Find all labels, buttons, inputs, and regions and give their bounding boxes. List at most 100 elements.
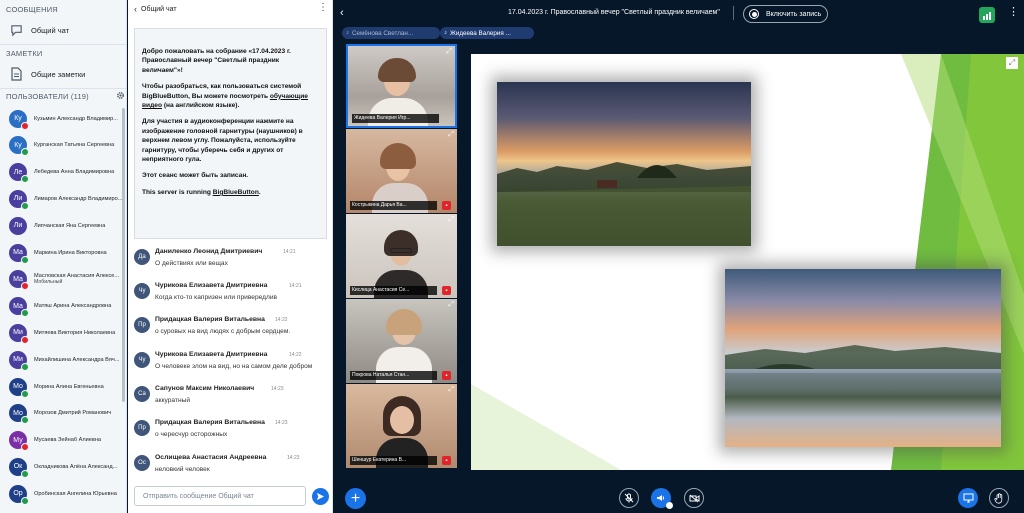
- welcome-message: Добро пожаловать на собрание «17.04.2023…: [134, 28, 327, 239]
- raise-hand-icon[interactable]: [989, 488, 1009, 508]
- user-avatar: Ок: [9, 457, 29, 478]
- welcome-server-end: .: [258, 188, 261, 196]
- chevron-left-icon[interactable]: ‹: [134, 4, 137, 14]
- muted-icon: ▪: [442, 456, 451, 465]
- kebab-icon[interactable]: ⋮: [1008, 5, 1019, 18]
- chat-message: Пр Придацкая Валерия Витальевна 14:23 о чер…: [134, 418, 330, 448]
- user-list-item[interactable]: Ми Михайлишина Александра Вяч...: [0, 346, 126, 373]
- message-time: 14:22: [289, 352, 302, 358]
- public-chat-item[interactable]: Общий чат: [0, 19, 126, 41]
- user-list-item[interactable]: Ку Кузьмин Александр Владимир...: [0, 105, 126, 132]
- plus-icon[interactable]: +: [345, 488, 366, 509]
- fullscreen-icon[interactable]: ⤢: [1006, 57, 1018, 69]
- video-tile[interactable]: Кислица Анастасия Се... ▪ ⤢: [346, 214, 457, 298]
- user-name: Окладникова Алёна Александ...: [34, 463, 118, 470]
- user-list-item[interactable]: Ку Курганская Татьяна Сергеевна: [0, 132, 126, 159]
- video-participant-name: Шеншур Екатерина В...: [350, 456, 437, 465]
- meeting-title: 17.04.2023 г. Православный вечер "Светлы…: [508, 9, 720, 16]
- chat-header: ‹ Общий чат ⋮: [128, 0, 332, 18]
- chat-input-placeholder: Отправить сообщение Общий чат: [143, 492, 254, 500]
- microphone-muted-icon[interactable]: [619, 488, 639, 508]
- user-list-item[interactable]: Ми Митяева Виктория Николаевна: [0, 319, 126, 346]
- user-list-item[interactable]: Мо Морина Алина Евгеньевна: [0, 373, 126, 400]
- user-list-item[interactable]: Мо Морозов Дмитрий Романович: [0, 400, 126, 427]
- user-list-item[interactable]: Ор Оробинская Ангелина Юрьевна: [0, 480, 126, 507]
- user-name: Митяева Виктория Николаевна: [34, 329, 116, 336]
- user-name: Матяш Арина Александровна: [34, 303, 112, 310]
- message-avatar: Ос: [134, 455, 150, 471]
- user-list-item[interactable]: Ли Липчанская Яна Сергеевна: [0, 212, 126, 239]
- welcome-tutorial-text-end: (на английском языке).: [162, 102, 240, 110]
- welcome-prefix: Добро пожаловать на собрание «: [142, 48, 253, 55]
- welcome-recording-text: Этот сеанс может быть записан.: [142, 172, 249, 180]
- send-button[interactable]: [312, 488, 329, 505]
- kebab-icon[interactable]: ⋮: [318, 3, 328, 13]
- microphone-icon: ♪: [346, 30, 349, 36]
- user-status-icon: [21, 121, 29, 130]
- send-icon: [316, 492, 325, 501]
- video-tile[interactable]: Жидеева Валерия Игр... ⤢: [346, 44, 457, 128]
- bigbluebutton-link[interactable]: BigBlueButton: [213, 189, 259, 196]
- message-time: 14:21: [289, 283, 302, 289]
- user-status-icon: [21, 389, 29, 398]
- microphone-icon: ♪: [444, 30, 447, 36]
- user-list-scrollbar[interactable]: [122, 108, 125, 402]
- user-list-item[interactable]: Ок Окладникова Алёна Александ...: [0, 453, 126, 480]
- talking-indicator[interactable]: ♪ Жидеева Валерия ...: [440, 27, 534, 39]
- message-avatar: Чу: [134, 283, 150, 299]
- user-list-item[interactable]: Ма Маркина Ирина Викторовна: [0, 239, 126, 266]
- user-list-item[interactable]: Ма Матяш Арина Александровна: [0, 293, 126, 320]
- user-avatar: Ма: [9, 270, 29, 291]
- chat-icon: [8, 22, 24, 38]
- user-device-label: Мобильный: [34, 279, 63, 286]
- message-text: О действиях или вещах: [155, 260, 228, 267]
- user-name: Оробинская Ангелина Юрьевна: [34, 490, 117, 497]
- video-tile[interactable]: Кострыкина Дарья Ва... ▪ ⤢: [346, 129, 457, 213]
- message-time: 14:23: [271, 386, 284, 392]
- fullscreen-icon[interactable]: ⤢: [448, 301, 454, 309]
- user-list-item[interactable]: Му Мусаева Зейнаб Алиевна: [0, 427, 126, 454]
- user-status-icon: [21, 496, 29, 505]
- message-sender: Чурикова Елизавета Дмитриевна: [155, 282, 268, 289]
- record-button[interactable]: Включить запись: [743, 5, 828, 23]
- fullscreen-icon[interactable]: ⤢: [446, 48, 452, 56]
- message-sender: Придацкая Валерия Витальевна: [155, 316, 265, 323]
- divider: [0, 44, 126, 45]
- muted-icon: ▪: [442, 286, 451, 295]
- video-tile[interactable]: Шеншур Екатерина В... ▪ ⤢: [346, 384, 457, 468]
- message-time: 14:23: [275, 420, 288, 426]
- video-tile[interactable]: Покрова Наталья Стан... ▪ ⤢: [346, 299, 457, 383]
- muted-icon: ▪: [442, 201, 451, 210]
- message-text: о чересчур осторожных: [155, 431, 228, 438]
- chat-message: Да Даниленко Леонид Дмитриевич 14:21 О дейс…: [134, 247, 330, 277]
- user-list-item[interactable]: Ма Масловская Анастасия Алексе... Мобильны…: [0, 266, 126, 293]
- record-label: Включить запись: [766, 10, 822, 18]
- signal-icon[interactable]: [979, 7, 995, 23]
- shared-notes-label: Общие заметки: [31, 69, 86, 79]
- user-name: Кузьмин Александр Владимир...: [34, 115, 118, 122]
- video-participant-name: Кострыкина Дарья Ва...: [350, 201, 437, 210]
- gear-icon[interactable]: [116, 91, 125, 100]
- talker-name: Жидеева Валерия ...: [450, 29, 511, 37]
- chat-message: Пр Придацкая Валерия Витальевна 14:22 о сур…: [134, 315, 330, 345]
- user-list-item[interactable]: Ли Лимаров Александр Владимиро...: [0, 185, 126, 212]
- user-list-item[interactable]: Ле Лебедева Анна Владимировна: [0, 159, 126, 186]
- message-time: 14:21: [283, 249, 296, 255]
- bigbluebutton-app: СООБЩЕНИЯ Общий чат ЗАМЕТКИ Общие заметк…: [0, 0, 1024, 513]
- message-text: неловкий человек: [155, 466, 210, 473]
- screen-share-icon[interactable]: [958, 488, 978, 508]
- talking-indicator[interactable]: ♪ Семёнова Светлан...: [342, 27, 440, 39]
- audio-settings-badge[interactable]: [666, 502, 673, 509]
- user-name: Липчанская Яна Сергеевна: [34, 222, 106, 229]
- shared-notes-item[interactable]: Общие заметки: [0, 63, 126, 85]
- camera-off-icon[interactable]: [684, 488, 704, 508]
- presentation-slide[interactable]: [471, 54, 1024, 470]
- fullscreen-icon[interactable]: ⤢: [448, 131, 454, 139]
- fullscreen-icon[interactable]: ⤢: [448, 216, 454, 224]
- talker-name: Семёнова Светлан...: [352, 29, 414, 37]
- user-status-icon: [21, 443, 29, 452]
- chat-input[interactable]: Отправить сообщение Общий чат: [134, 486, 306, 506]
- fullscreen-icon[interactable]: ⤢: [448, 386, 454, 394]
- user-avatar: Ми: [9, 323, 29, 344]
- user-status-icon: [21, 362, 29, 371]
